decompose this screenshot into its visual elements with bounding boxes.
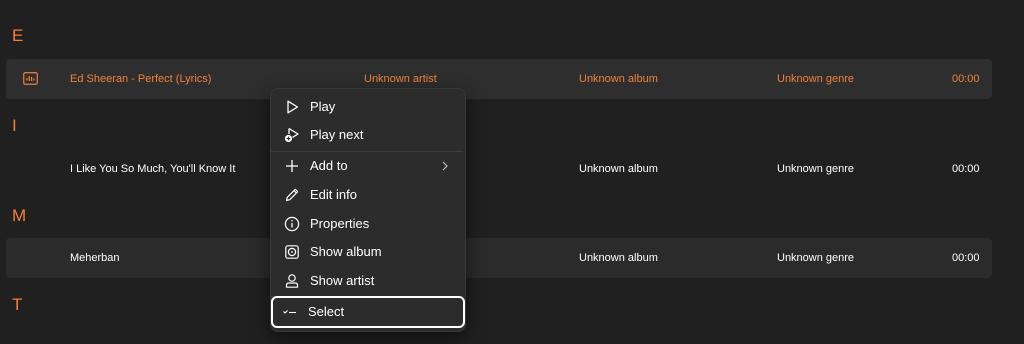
song-row[interactable]: Meherban Unknown album Unknown genre 00:… (6, 238, 992, 278)
song-duration: 00:00 (952, 252, 980, 264)
menu-item-label: Add to (310, 158, 348, 173)
menu-item-show-artist[interactable]: Show artist (275, 267, 461, 295)
song-title: I Like You So Much, You'll Know It (70, 163, 236, 175)
song-album[interactable]: Unknown album (579, 59, 658, 99)
chevron-right-icon (442, 161, 448, 171)
pencil-icon (285, 188, 299, 202)
menu-item-play-next[interactable]: Play next (275, 121, 461, 149)
song-album[interactable]: Unknown album (579, 238, 658, 278)
artist-icon (285, 274, 299, 288)
menu-item-label: Properties (310, 216, 370, 231)
group-header-m[interactable]: M (12, 206, 26, 226)
info-icon (284, 216, 300, 232)
add-icon (286, 160, 298, 172)
album-icon (285, 245, 299, 259)
group-header-t[interactable]: T (12, 295, 22, 315)
menu-item-label: Show artist (310, 273, 375, 288)
song-duration: 00:00 (952, 73, 980, 85)
song-genre[interactable]: Unknown genre (777, 238, 854, 278)
menu-item-label: Play (310, 99, 336, 114)
menu-item-label: Play next (310, 127, 364, 142)
menu-item-edit-info[interactable]: Edit info (275, 181, 461, 209)
song-title: Meherban (70, 252, 120, 264)
song-context-menu: Play Play next Add to Edit info Properti… (270, 88, 466, 332)
menu-item-play[interactable]: Play (275, 93, 461, 121)
select-icon (283, 310, 296, 314)
group-header-e[interactable]: E (12, 26, 23, 46)
menu-item-label: Show album (310, 244, 382, 259)
song-duration: 00:00 (952, 163, 980, 175)
menu-item-label: Edit info (310, 187, 357, 202)
menu-item-select[interactable]: Select (271, 296, 465, 328)
play-next-icon (284, 127, 299, 143)
now-playing-icon (23, 72, 38, 85)
song-title: Ed Sheeran - Perfect (Lyrics) (70, 73, 212, 85)
play-icon (287, 100, 299, 114)
menu-item-add-to[interactable]: Add to (275, 152, 461, 180)
song-row[interactable]: Ed Sheeran - Perfect (Lyrics) Unknown ar… (6, 59, 992, 99)
menu-separator (271, 296, 463, 297)
song-album[interactable]: Unknown album (579, 149, 658, 189)
group-header-i[interactable]: I (12, 116, 17, 136)
menu-item-properties[interactable]: Properties (275, 210, 461, 238)
menu-item-show-album[interactable]: Show album (275, 238, 461, 266)
music-library-view: E Ed Sheeran - Perfect (Lyrics) Unknown … (0, 0, 1024, 344)
song-genre[interactable]: Unknown genre (777, 59, 854, 99)
menu-item-label: Select (308, 304, 345, 319)
song-genre[interactable]: Unknown genre (777, 149, 854, 189)
song-row[interactable]: I Like You So Much, You'll Know It Unkno… (6, 149, 992, 189)
